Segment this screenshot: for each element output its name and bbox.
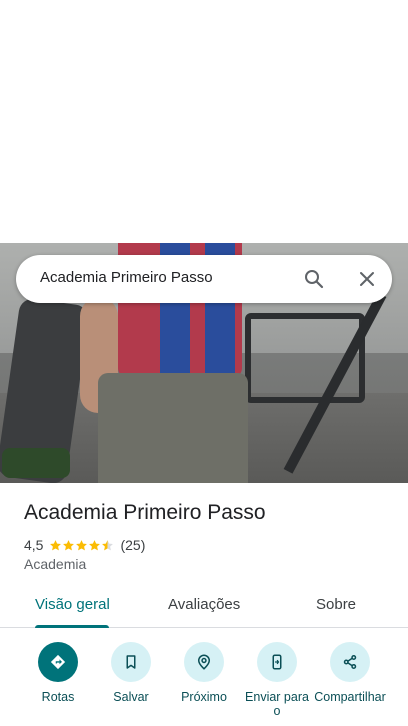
star-rating [49, 539, 114, 552]
share-icon [330, 642, 370, 682]
search-icon[interactable] [302, 267, 326, 291]
directions-icon [38, 642, 78, 682]
tab-about[interactable]: Sobre [316, 596, 356, 613]
review-count[interactable]: (25) [120, 537, 145, 553]
tab-overview[interactable]: Visão geral [35, 596, 110, 613]
half-star-icon [102, 539, 114, 550]
place-title: Academia Primeiro Passo [24, 501, 266, 524]
photo-shorts [98, 373, 248, 483]
close-icon[interactable] [355, 267, 379, 291]
star-icon [50, 539, 62, 550]
place-category: Academia [24, 556, 87, 572]
nearby-icon [184, 642, 224, 682]
search-bar[interactable]: Academia Primeiro Passo [16, 255, 392, 303]
save-button[interactable]: Salvar [94, 640, 168, 704]
action-buttons: Rotas Salvar Próximo Enviar para o Compa… [0, 640, 408, 726]
share-button[interactable]: Compartilhar [312, 640, 388, 704]
send-to-phone-label: Enviar para o [245, 690, 309, 718]
send-to-phone-button[interactable]: Enviar para o [240, 640, 314, 718]
tab-bar: Visão geral Avaliações Sobre [0, 586, 408, 628]
tab-reviews[interactable]: Avaliações [168, 596, 240, 613]
share-label: Compartilhar [314, 690, 386, 704]
photo-bag [2, 448, 70, 478]
save-label: Salvar [113, 690, 149, 704]
star-icon [76, 539, 88, 550]
search-input[interactable]: Academia Primeiro Passo [40, 269, 213, 286]
nearby-label: Próximo [181, 690, 227, 704]
bookmark-icon [111, 642, 151, 682]
map-area-blank [0, 0, 408, 243]
rating-value: 4,5 [24, 537, 44, 553]
rating-row[interactable]: 4,5 (25) [24, 536, 145, 554]
directions-label: Rotas [41, 690, 75, 704]
star-icon [63, 539, 75, 550]
tab-active-indicator [35, 625, 109, 628]
directions-button[interactable]: Rotas [21, 640, 95, 704]
nearby-button[interactable]: Próximo [167, 640, 241, 704]
star-icon [89, 539, 101, 550]
send-to-phone-icon [257, 642, 297, 682]
